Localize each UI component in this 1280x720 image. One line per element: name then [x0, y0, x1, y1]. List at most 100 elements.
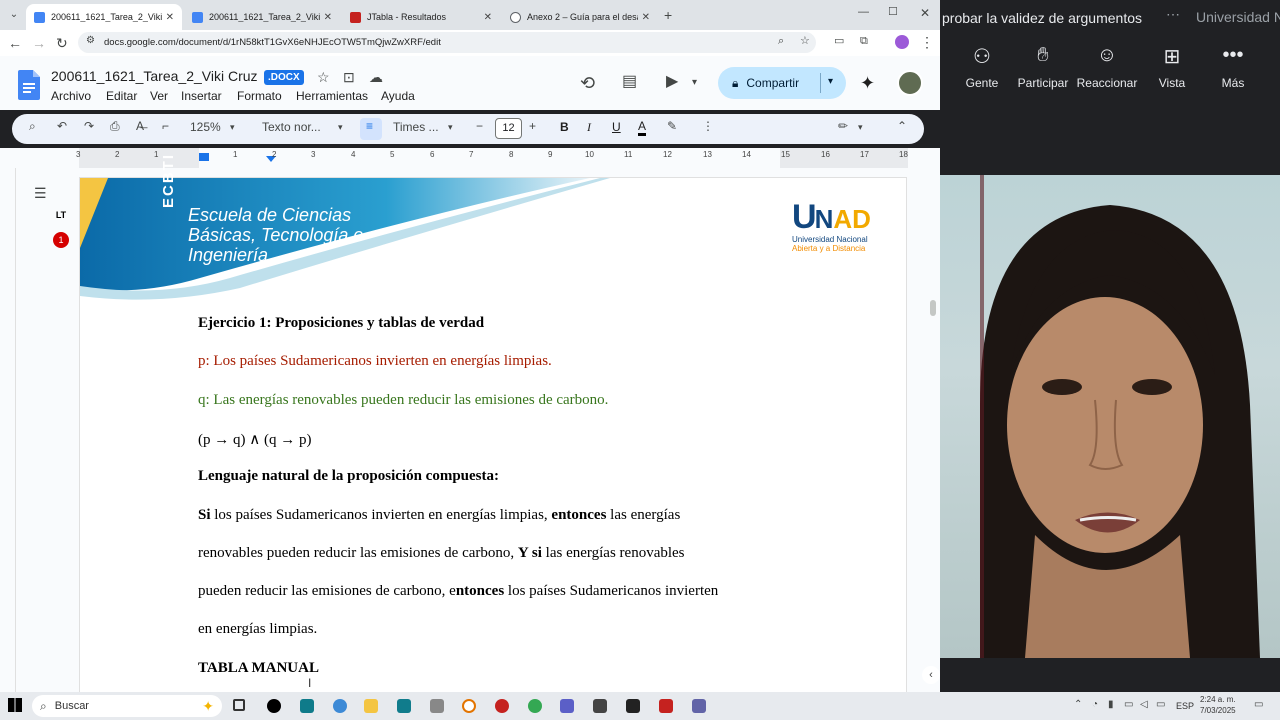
- view-button[interactable]: ⊞ Vista: [1140, 44, 1204, 90]
- back-icon[interactable]: ←: [8, 36, 22, 50]
- raise-hand-button[interactable]: ✋︎ Participar: [1011, 44, 1075, 90]
- docs-logo-icon[interactable]: [18, 70, 40, 100]
- menu-editar[interactable]: Editar: [106, 89, 137, 103]
- tab-anexo[interactable]: Anexo 2 – Guía para el desarrollo ✕: [502, 4, 658, 30]
- share-button[interactable]: 🔒︎ Compartir ▾: [718, 67, 846, 99]
- file-explorer-icon[interactable]: [364, 699, 378, 713]
- wifi-icon[interactable]: ◔: [1092, 700, 1098, 710]
- windows-start-icon[interactable]: [8, 698, 22, 712]
- notifications-icon[interactable]: ▭: [1254, 700, 1263, 710]
- font-select[interactable]: Times ...: [393, 120, 439, 134]
- gemini-sparkle-icon[interactable]: ✦: [860, 74, 875, 92]
- menu-formato[interactable]: Formato: [237, 89, 282, 103]
- menu-ver[interactable]: Ver: [150, 89, 168, 103]
- close-tab-icon[interactable]: ✕: [642, 12, 650, 23]
- people-button[interactable]: ⚇ Gente: [950, 44, 1014, 90]
- tab-doc-2[interactable]: 200611_1621_Tarea_2_Viki Cruz ✕: [184, 4, 340, 30]
- cloud-status-icon[interactable]: ☁: [369, 70, 383, 84]
- tab-doc-active[interactable]: 200611_1621_Tarea_2_Viki Cruz ✕: [26, 4, 182, 30]
- chevron-down-icon[interactable]: ▾: [230, 123, 235, 132]
- indent-marker[interactable]: [199, 153, 209, 161]
- pc-icon[interactable]: [430, 699, 444, 713]
- react-button[interactable]: ☺ Reaccionar: [1075, 44, 1139, 90]
- close-window-icon[interactable]: ✕: [920, 7, 930, 19]
- site-info-icon[interactable]: ⚙: [86, 36, 95, 46]
- taskbar-search[interactable]: ⌕ Buscar ✦: [32, 695, 222, 717]
- scrollbar-thumb[interactable]: [930, 300, 936, 316]
- cast-icon[interactable]: ▭: [834, 36, 844, 47]
- languagetool-taskbar-icon[interactable]: [593, 699, 607, 713]
- meet-video-icon[interactable]: ▶: [666, 74, 678, 90]
- account-avatar[interactable]: [897, 70, 923, 96]
- languagetool-icon[interactable]: LT: [52, 206, 70, 224]
- app-icon-6[interactable]: [692, 699, 706, 713]
- redo-icon[interactable]: ↷: [84, 120, 94, 132]
- network-icon[interactable]: ▭: [1124, 700, 1133, 710]
- version-history-icon[interactable]: ⟲: [580, 74, 595, 92]
- maximize-icon[interactable]: ☐: [888, 7, 898, 18]
- tab-jtabla[interactable]: JTabla - Resultados ✕: [342, 4, 500, 30]
- highlight-icon[interactable]: ✎: [667, 120, 677, 132]
- print-icon[interactable]: ⎙: [110, 120, 120, 132]
- app-icon-2[interactable]: [462, 699, 476, 713]
- search-menus-icon[interactable]: ⌕: [29, 120, 36, 132]
- extensions-icon[interactable]: ⧉: [860, 36, 868, 47]
- reload-icon[interactable]: ↻: [56, 36, 68, 50]
- editing-mode-icon[interactable]: ✏: [838, 120, 848, 132]
- italic-icon[interactable]: I: [587, 120, 591, 135]
- chrome-menu-icon[interactable]: ⋮: [920, 35, 934, 49]
- menu-ayuda[interactable]: Ayuda: [381, 89, 415, 103]
- zoom-icon[interactable]: ⌕: [778, 36, 784, 47]
- app-icon-1[interactable]: [267, 699, 281, 713]
- app-icon-4[interactable]: [626, 699, 640, 713]
- comments-icon[interactable]: ▤: [622, 74, 637, 90]
- share-dropdown-icon[interactable]: ▾: [828, 77, 833, 87]
- document-title[interactable]: 200611_1621_Tarea_2_Viki Cruz: [51, 68, 258, 84]
- chevron-down-icon[interactable]: ▾: [338, 123, 343, 132]
- language-indicator[interactable]: ESP: [1176, 701, 1194, 711]
- tray-overflow-icon[interactable]: ⌃: [1074, 700, 1082, 710]
- bold-icon[interactable]: B: [560, 120, 569, 134]
- chrome-profile-icon[interactable]: [333, 699, 347, 713]
- clock[interactable]: 2:24 a. m. 7/03/2025: [1200, 694, 1236, 716]
- chrome-icon[interactable]: [528, 699, 542, 713]
- battery-icon[interactable]: ▭: [1156, 700, 1165, 710]
- text-color-icon[interactable]: A: [638, 120, 647, 136]
- menu-insertar[interactable]: Insertar: [181, 89, 222, 103]
- store-icon[interactable]: [397, 699, 411, 713]
- tab-search-icon[interactable]: ⌄: [6, 8, 22, 22]
- app-icon-5[interactable]: [659, 699, 673, 713]
- task-view-icon[interactable]: [233, 699, 245, 711]
- font-size-input[interactable]: 12: [495, 118, 522, 139]
- close-tab-icon[interactable]: ✕: [166, 12, 174, 23]
- edge-icon[interactable]: [300, 699, 314, 713]
- undo-icon[interactable]: ↶: [57, 120, 67, 132]
- minimize-icon[interactable]: —: [858, 7, 869, 18]
- chevron-down-icon[interactable]: ▾: [858, 123, 863, 132]
- more-button[interactable]: ••• Más: [1201, 44, 1265, 90]
- close-tab-icon[interactable]: ✕: [324, 12, 332, 23]
- forward-icon[interactable]: →: [32, 36, 46, 50]
- lt-issue-count-badge[interactable]: 1: [53, 232, 69, 248]
- meet-overflow-icon[interactable]: ⋯: [1166, 6, 1180, 23]
- move-folder-icon[interactable]: ⊡: [343, 70, 355, 84]
- paint-format-icon[interactable]: ⌐: [162, 120, 169, 132]
- more-options-icon[interactable]: ⋮: [702, 120, 714, 132]
- paragraph-style-select[interactable]: Texto nor...: [262, 120, 321, 134]
- outline-icon[interactable]: ☰: [34, 186, 47, 200]
- chevron-down-icon[interactable]: ▾: [448, 123, 453, 132]
- app-icon-3[interactable]: [495, 699, 509, 713]
- chevron-down-icon[interactable]: ▾: [692, 78, 697, 88]
- star-icon[interactable]: ☆: [317, 70, 330, 84]
- increase-font-icon[interactable]: +: [529, 120, 536, 132]
- url-field[interactable]: ⚙ docs.google.com/document/d/1rN58ktT1Gv…: [78, 32, 816, 53]
- volume-icon[interactable]: ◁: [1140, 700, 1148, 710]
- menu-archivo[interactable]: Archivo: [51, 89, 91, 103]
- bookmark-star-icon[interactable]: ☆: [800, 36, 810, 47]
- underline-icon[interactable]: U: [612, 120, 621, 134]
- side-panel-toggle-icon[interactable]: ‹: [922, 666, 940, 684]
- profile-avatar[interactable]: [895, 35, 909, 49]
- close-tab-icon[interactable]: ✕: [484, 12, 492, 23]
- spellcheck-icon[interactable]: A̶: [136, 120, 144, 132]
- collapse-menus-icon[interactable]: ⌃: [897, 120, 907, 132]
